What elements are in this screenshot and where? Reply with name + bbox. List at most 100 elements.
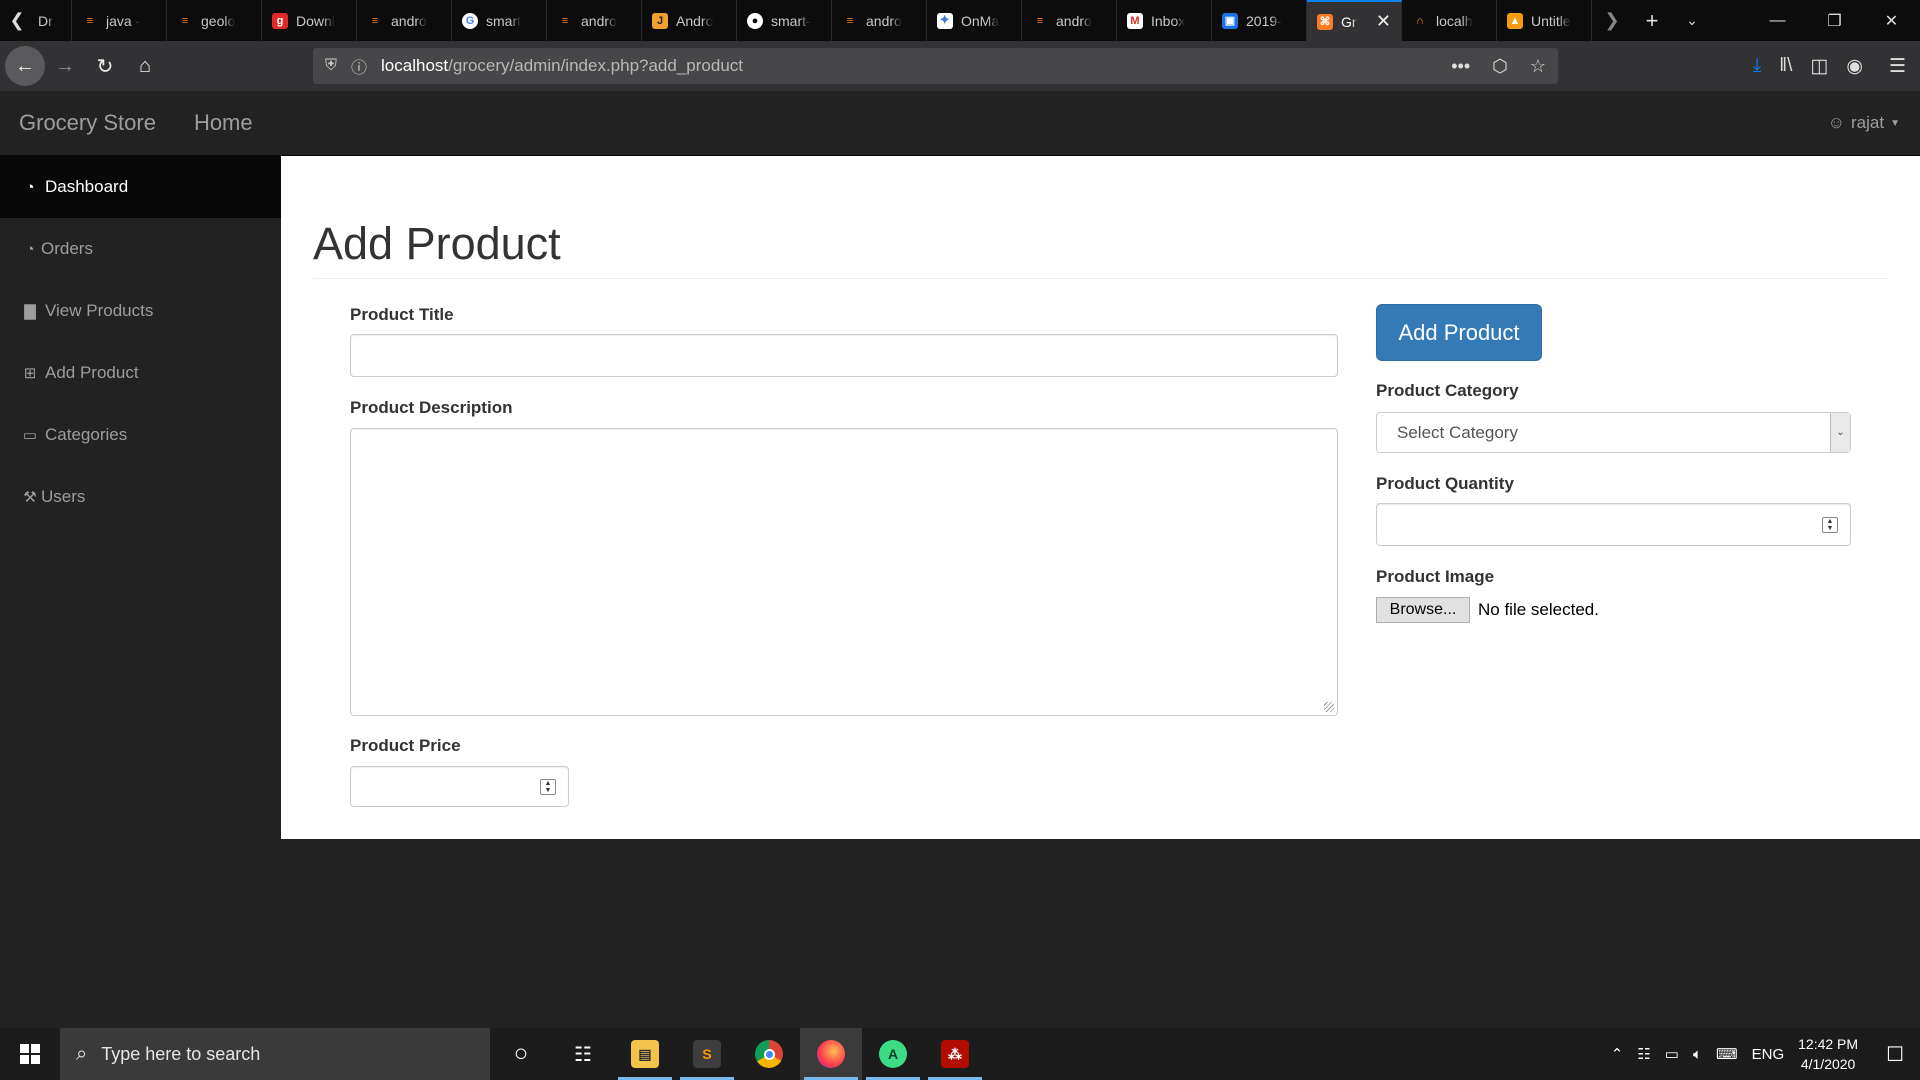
page-actions-icon[interactable]: •••	[1451, 56, 1470, 77]
browser-tab-active[interactable]: ⌘ Gr ✕	[1307, 0, 1402, 41]
user-dropdown[interactable]: ☺ rajat ▼	[1828, 113, 1900, 133]
sidebar-item-users[interactable]: ⚒ Users	[0, 466, 281, 528]
tab-label: andro	[1056, 12, 1092, 29]
wifi-icon[interactable]: ☷	[1637, 1045, 1650, 1063]
bookmark-star-icon[interactable]: ☆	[1530, 56, 1546, 77]
phpmyadmin-icon: ∩	[1416, 14, 1424, 27]
tab-label: smart-	[771, 12, 811, 29]
browser-tab[interactable]: ≡ andro	[357, 0, 452, 41]
number-spinner-icon[interactable]: ▲ ▼	[1822, 516, 1838, 533]
product-description-textarea[interactable]	[350, 428, 1338, 716]
browser-tab[interactable]: ≡ andro	[1022, 0, 1117, 41]
gradle-icon: g	[272, 12, 288, 29]
sidebar-toggle-icon[interactable]: ◫	[1810, 55, 1828, 78]
notification-icon[interactable]: ☐	[1886, 1042, 1904, 1067]
close-window-icon[interactable]: ✕	[1863, 0, 1920, 41]
home-icon[interactable]: ⌂	[125, 46, 165, 86]
restore-icon[interactable]: ❐	[1806, 0, 1863, 41]
stackoverflow-icon: ≡	[86, 14, 94, 27]
tab-label: Gr	[1341, 13, 1357, 30]
product-category-select[interactable]: Select Category ⌄	[1376, 412, 1851, 453]
monitor-icon: ▭	[22, 427, 38, 444]
pdf-reader-icon[interactable]: ⁂	[924, 1028, 986, 1080]
home-link[interactable]: Home	[194, 110, 253, 136]
browser-tab[interactable]: G smart	[452, 0, 547, 41]
battery-icon[interactable]: ▭	[1665, 1045, 1679, 1063]
close-tab-icon[interactable]: ✕	[1376, 11, 1391, 32]
pdf-glyph: ⁂	[941, 1040, 969, 1068]
number-spinner-icon[interactable]: ▲ ▼	[540, 778, 556, 795]
gmail-icon: M	[1127, 12, 1143, 29]
browser-tab[interactable]: M Inbox	[1117, 0, 1212, 41]
sidebar-item-add-product[interactable]: ⊞ Add Product	[0, 342, 281, 404]
product-category-label: Product Category	[1376, 381, 1519, 400]
browser-tab[interactable]: ≡ geolo	[167, 0, 262, 41]
reload-icon[interactable]: ↻	[85, 46, 125, 86]
download-icon[interactable]: ⤓	[1753, 55, 1761, 77]
chrome-icon[interactable]	[738, 1028, 800, 1080]
library-icon[interactable]: ‖\	[1779, 55, 1792, 77]
pocket-icon[interactable]: ⬡	[1492, 56, 1508, 77]
sidebar-item-view-products[interactable]: ▇ View Products	[0, 280, 281, 342]
browser-tab[interactable]: ∩ localh	[1402, 0, 1497, 41]
chevron-down-icon[interactable]: ⌄	[1830, 413, 1850, 452]
language-indicator[interactable]: ENG	[1752, 1046, 1785, 1063]
account-icon[interactable]: ◉	[1846, 55, 1863, 78]
untitled-icon: ▲	[1507, 12, 1523, 29]
file-explorer-icon[interactable]: ▤	[614, 1028, 676, 1080]
chrome-glyph	[755, 1040, 783, 1068]
browser-tab[interactable]: ▲ Untitle	[1497, 0, 1592, 41]
browser-tab[interactable]: ● smart-	[737, 0, 832, 41]
product-title-label: Product Title	[350, 305, 454, 324]
browser-tab[interactable]: ▣ 2019-	[1212, 0, 1307, 41]
task-view-icon[interactable]: ☷	[552, 1028, 614, 1080]
page-title: Add Product	[313, 218, 561, 269]
sidebar-item-categories[interactable]: ▭ Categories	[0, 404, 281, 466]
browser-tab[interactable]: Dr	[34, 0, 72, 41]
add-product-button[interactable]: Add Product	[1376, 304, 1542, 361]
firefox-icon[interactable]	[800, 1028, 862, 1080]
brand-link[interactable]: Grocery Store	[19, 110, 156, 136]
browser-tab[interactable]: ≡ andro	[832, 0, 927, 41]
browser-tab[interactable]: J Andro	[642, 0, 737, 41]
url-bar[interactable]: ⛨ ⓘ localhost/grocery/admin/index.php?ad…	[313, 48, 1558, 84]
new-tab-icon[interactable]: +	[1632, 0, 1672, 41]
chevron-up-icon[interactable]: ⌃	[1611, 1045, 1624, 1063]
start-button[interactable]	[0, 1028, 60, 1080]
tab-label: java -	[106, 12, 141, 29]
tab-scroll-right-icon[interactable]: ❯	[1592, 0, 1632, 41]
android-studio-icon[interactable]: A	[862, 1028, 924, 1080]
sidebar-item-dashboard[interactable]: ◔ Dashboard	[0, 156, 281, 218]
minimize-icon[interactable]: ―	[1749, 0, 1806, 41]
taskbar-search-box[interactable]: ⌕ Type here to search	[60, 1028, 490, 1080]
cortana-icon[interactable]: ○	[490, 1028, 552, 1080]
browser-tab[interactable]: g Downl	[262, 0, 357, 41]
browser-toolbar: ← → ↻ ⌂ ⛨ ⓘ localhost/grocery/admin/inde…	[0, 41, 1920, 91]
shield-icon[interactable]: ⛨	[325, 57, 337, 75]
volume-icon[interactable]: 🔈︎	[1693, 1046, 1702, 1063]
tab-scroll-left-icon[interactable]: ❮	[0, 0, 34, 41]
taskbar-clock[interactable]: 12:42 PM 4/1/2020	[1798, 1034, 1858, 1074]
github-icon: ●	[747, 12, 763, 29]
sublime-text-icon[interactable]: S	[676, 1028, 738, 1080]
browser-tab[interactable]: ≡ java -	[72, 0, 167, 41]
browser-tab[interactable]: ≡ andro	[547, 0, 642, 41]
hamburger-menu-icon[interactable]: ☰	[1889, 55, 1906, 78]
product-price-input[interactable]: ▲ ▼	[350, 766, 569, 807]
product-title-input[interactable]	[350, 334, 1338, 377]
product-quantity-input[interactable]: ▲ ▼	[1376, 503, 1851, 546]
info-icon[interactable]: ⓘ	[351, 54, 367, 78]
browser-tab[interactable]: ⯌ OnMa	[927, 0, 1022, 41]
tab-label: Inbox	[1151, 12, 1186, 29]
list-tabs-icon[interactable]: ⌄	[1672, 0, 1712, 41]
xampp-icon: ⌘	[1317, 13, 1333, 30]
stackoverflow-icon: ≡	[181, 14, 189, 27]
sidebar: ◔ Dashboard ◔ Orders ▇ View Products ⊞ A…	[0, 156, 281, 1028]
browse-file-button[interactable]: Browse...	[1376, 597, 1470, 623]
tab-label: Andro	[676, 12, 714, 29]
resize-grip-icon[interactable]	[1324, 702, 1334, 712]
sidebar-item-orders[interactable]: ◔ Orders	[0, 218, 281, 280]
forward-arrow-icon[interactable]: →	[45, 46, 85, 86]
back-arrow-icon[interactable]: ←	[5, 46, 45, 86]
keyboard-icon[interactable]: ⌨	[1716, 1045, 1738, 1063]
